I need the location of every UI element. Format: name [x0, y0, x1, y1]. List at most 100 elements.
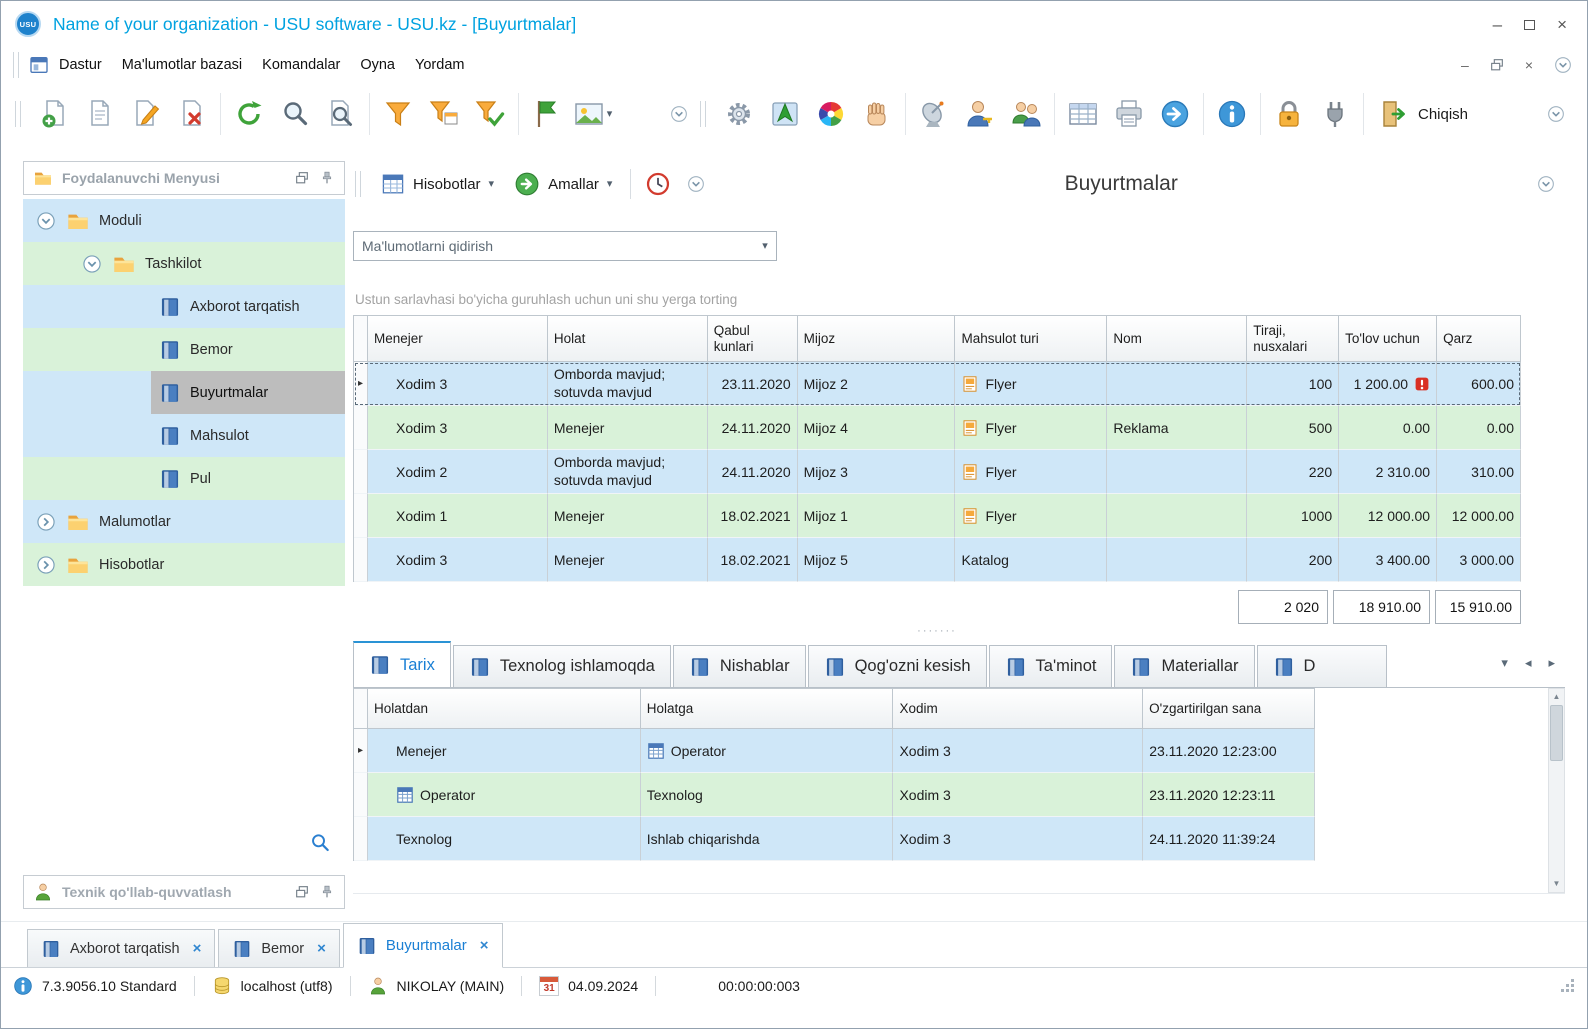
column-header-mahsulot-turi[interactable]: Mahsulot turi [955, 316, 1108, 362]
tab-materiallar[interactable]: Materiallar [1114, 645, 1255, 687]
doc-tab-buyurtmalar[interactable]: Buyurtmalar × [342, 923, 503, 968]
history-scrollbar[interactable]: ▲ ▼ [1548, 688, 1565, 893]
tab-tarix[interactable]: Tarix [353, 641, 451, 687]
tree-item-axborot-tarqatish[interactable]: Axborot tarqatish [23, 285, 345, 328]
filter-button[interactable] [375, 90, 421, 138]
menu-yordam[interactable]: Yordam [405, 51, 474, 79]
maximize-button[interactable] [1524, 16, 1536, 33]
mdi-minimize-button[interactable]: – [1461, 57, 1469, 73]
minimize-button[interactable]: – [1493, 16, 1502, 33]
search-combobox[interactable]: ▾ [353, 231, 777, 261]
lock-button[interactable] [1266, 90, 1312, 138]
plugin-button[interactable] [1312, 90, 1358, 138]
tab-clipped[interactable]: D [1256, 645, 1387, 687]
feed-button[interactable] [911, 90, 957, 138]
flag-button[interactable] [524, 90, 570, 138]
menu-oyna[interactable]: Oyna [350, 51, 405, 79]
tree-item-buyurtmalar[interactable]: Buyurtmalar [23, 371, 345, 414]
column-header-holatga[interactable]: Holatga [640, 689, 894, 729]
tab-menu-button[interactable]: ▾ [1501, 655, 1508, 671]
pin-panel-button[interactable] [319, 884, 335, 900]
colors-button[interactable] [808, 90, 854, 138]
toolbar-collapse-right-button[interactable] [1537, 90, 1575, 138]
float-panel-button[interactable] [294, 884, 310, 900]
column-header-tolov-uchun[interactable]: To'lov uchun [1339, 316, 1438, 362]
info-button[interactable] [1209, 90, 1255, 138]
tab-nishablar[interactable]: Nishablar [672, 645, 806, 687]
edit-record-button[interactable] [123, 90, 169, 138]
user-permissions-button[interactable] [957, 90, 1003, 138]
tab-scroll-right-button[interactable]: ▸ [1548, 655, 1555, 671]
menu-dastur[interactable]: Dastur [49, 51, 112, 79]
scroll-up-button[interactable]: ▲ [1553, 692, 1561, 702]
copy-record-button[interactable] [77, 90, 123, 138]
menu-malumotlar-bazasi[interactable]: Ma'lumotlar bazasi [112, 51, 252, 79]
filter-window-button[interactable] [421, 90, 467, 138]
settings-button[interactable] [716, 90, 762, 138]
column-header-qabul-kunlari[interactable]: Qabul kunlari [707, 316, 798, 362]
pin-panel-button[interactable] [319, 170, 335, 186]
expand-icon[interactable] [35, 554, 57, 576]
column-header-menejer[interactable]: Menejer [367, 316, 548, 362]
group-by-panel[interactable]: Ustun sarlavhasi bo'yicha guruhlash uchu… [353, 283, 1565, 315]
search-button[interactable] [272, 90, 318, 138]
tree-item-pul[interactable]: Pul [23, 457, 345, 500]
order-row[interactable]: Xodim 3 Menejer 18.02.2021 Mijoz 5 Katal… [354, 538, 1521, 582]
hand-button[interactable] [854, 90, 900, 138]
history-row[interactable]: ▸ Menejer Operator Xodim 3 23.11.2020 12… [354, 729, 1316, 773]
column-header-holat[interactable]: Holat [547, 316, 708, 362]
print-button[interactable] [1106, 90, 1152, 138]
toolbar-collapse-button[interactable] [660, 90, 698, 138]
users-button[interactable] [1003, 90, 1049, 138]
actions-dropdown-button[interactable]: Amallar ▾ [504, 171, 622, 197]
order-row[interactable]: Xodim 1 Menejer 18.02.2021 Mijoz 1 Flyer… [354, 494, 1521, 538]
search-input[interactable] [362, 238, 754, 254]
toolbar-grip[interactable] [700, 101, 706, 127]
toolbar-grip[interactable] [15, 101, 21, 127]
new-record-button[interactable] [31, 90, 77, 138]
doc-tab-axborot-tarqatish[interactable]: Axborot tarqatish × [27, 929, 216, 967]
column-header-nom[interactable]: Nom [1107, 316, 1248, 362]
float-panel-button[interactable] [294, 170, 310, 186]
column-header-mijoz[interactable]: Mijoz [797, 316, 956, 362]
close-tab-icon[interactable]: × [480, 937, 489, 954]
mdi-restore-button[interactable] [1489, 57, 1505, 73]
tree-item-mahsulot[interactable]: Mahsulot [23, 414, 345, 457]
history-row[interactable]: Operator Texnolog Xodim 3 23.11.2020 12:… [354, 773, 1316, 817]
splitter-handle[interactable]: ······· [353, 624, 1521, 638]
menubar-collapse-button[interactable] [1553, 55, 1573, 75]
tree-search-button[interactable] [309, 832, 331, 857]
close-tab-icon[interactable]: × [317, 940, 326, 957]
column-header-xodim[interactable]: Xodim [893, 689, 1144, 729]
tree-item-malumotlar[interactable]: Malumotlar [23, 500, 345, 543]
order-row[interactable]: ▸ Xodim 3 Omborda mavjud; sotuvda mavjud… [354, 362, 1521, 406]
right-collapse-button[interactable] [1527, 160, 1565, 208]
tree-item-bemor[interactable]: Bemor [23, 328, 345, 371]
forward-button[interactable] [1152, 90, 1198, 138]
resize-grip[interactable] [1561, 979, 1575, 993]
mdi-close-button[interactable]: × [1525, 57, 1533, 73]
search-document-button[interactable] [318, 90, 364, 138]
tree-item-hisobotlar[interactable]: Hisobotlar [23, 543, 345, 586]
window-menu-icon[interactable] [29, 55, 49, 75]
order-row[interactable]: Xodim 3 Menejer 24.11.2020 Mijoz 4 Flyer… [354, 406, 1521, 450]
menu-komandalar[interactable]: Komandalar [252, 51, 350, 79]
subbar-collapse-button[interactable] [677, 160, 715, 208]
timer-button[interactable] [639, 160, 677, 208]
close-button[interactable]: × [1557, 16, 1567, 33]
map-button[interactable] [762, 90, 808, 138]
tab-qogozni-kesish[interactable]: Qog'ozni kesish [807, 645, 987, 687]
column-header-tiraji[interactable]: Tiraji, nusxalari [1247, 316, 1340, 362]
column-header-qarz[interactable]: Qarz [1437, 316, 1521, 362]
exit-button[interactable]: Chiqish [1369, 90, 1478, 138]
scroll-down-button[interactable]: ▼ [1553, 879, 1561, 889]
expand-icon[interactable] [81, 253, 103, 275]
expand-icon[interactable] [35, 511, 57, 533]
search-combo-dropdown[interactable]: ▾ [754, 232, 776, 260]
filter-apply-button[interactable] [467, 90, 513, 138]
delete-record-button[interactable] [169, 90, 215, 138]
tab-texnolog-ishlamoqda[interactable]: Texnolog ishlamoqda [452, 645, 671, 687]
image-button[interactable]: ▾ [570, 90, 616, 138]
order-row[interactable]: Xodim 2 Omborda mavjud; sotuvda mavjud 2… [354, 450, 1521, 494]
tab-scroll-left-button[interactable]: ◂ [1525, 655, 1532, 671]
